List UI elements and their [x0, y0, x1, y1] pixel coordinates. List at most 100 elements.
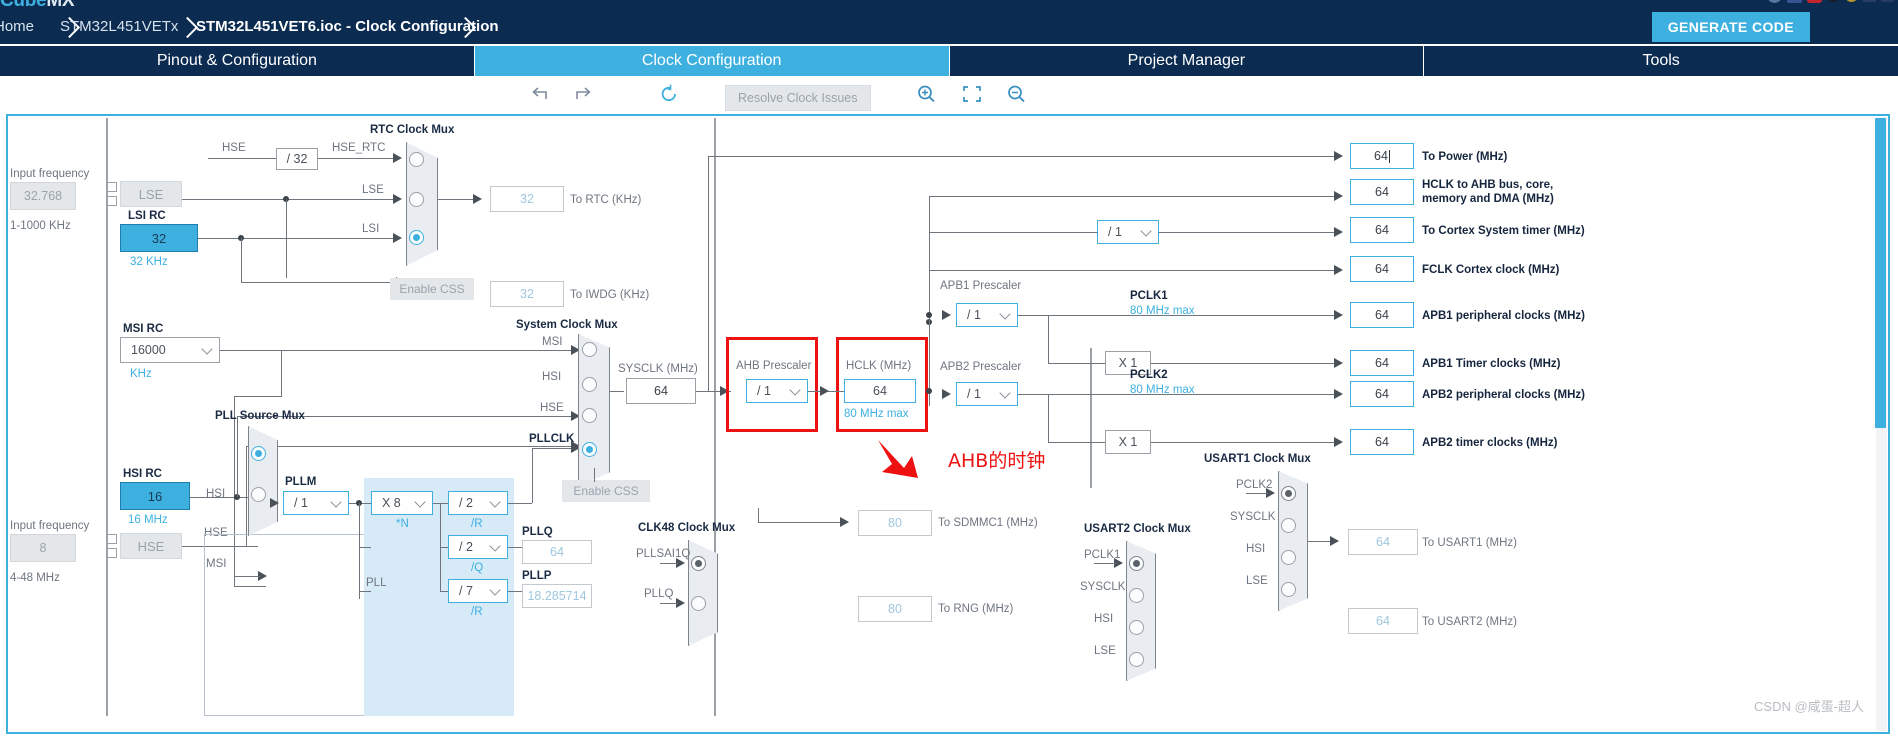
fit-to-screen-icon[interactable] [960, 83, 986, 107]
lse-input-frequency-field[interactable]: 32.768 [10, 182, 76, 210]
apb2-prescaler-select[interactable]: / 1 [956, 382, 1018, 406]
resolve-clock-issues-button[interactable]: Resolve Clock Issues [725, 85, 871, 111]
vertical-scrollbar-thumb[interactable] [1875, 118, 1886, 428]
person-icon[interactable] [1863, 0, 1876, 2]
youtube-icon[interactable] [1807, 0, 1822, 3]
arrow-rtcmux-in0 [393, 153, 402, 163]
plln-select[interactable]: X 8 [371, 491, 433, 515]
clock-tree-canvas[interactable]: Input frequency 32.768 1-1000 KHz LSE LS… [6, 114, 1890, 734]
zoom-in-icon[interactable] [915, 83, 941, 107]
clk48-mux-input-pllsai1q[interactable] [691, 556, 706, 571]
usart2-mux-hsi-label: HSI [1094, 613, 1114, 625]
output-box-0[interactable]: 64 [1350, 143, 1414, 169]
wire-lse-to-rtcmux [182, 199, 400, 200]
facebook-icon[interactable] [1787, 0, 1802, 3]
sysmux-input-msi[interactable] [582, 342, 597, 357]
usart2-mux-input-lse[interactable] [1129, 652, 1144, 667]
rtc-mux-input-hse-rtc[interactable] [409, 152, 424, 167]
output-box-4[interactable]: 64 [1350, 302, 1414, 328]
hse-input-frequency-label: Input frequency [10, 520, 90, 532]
lse-pin-2[interactable] [107, 196, 117, 206]
generate-code-button[interactable]: GENERATE CODE [1651, 12, 1810, 42]
msi-frequency-value: 16000 [131, 343, 166, 357]
wire-pclk2-to-x1 [1048, 442, 1105, 443]
vertical-scrollbar-track[interactable] [1875, 117, 1887, 731]
pll-source-mux[interactable] [248, 426, 278, 536]
lse-pin-1[interactable] [107, 182, 117, 192]
hclk-value-field[interactable]: 64 [844, 379, 916, 403]
wire-msi-to-sysmux [220, 350, 582, 351]
pll-mux-input-hsi[interactable] [251, 487, 266, 502]
pclk2-max-label: 80 MHz max [1130, 384, 1195, 396]
tab-clock-configuration[interactable]: Clock Configuration [474, 46, 950, 76]
hse-input-frequency-field[interactable]: 8 [10, 534, 76, 562]
to-usart1-value: 64 [1348, 529, 1418, 555]
pllp-select[interactable]: / 7 [448, 579, 508, 603]
lsi-value-box[interactable]: 32 [120, 224, 198, 252]
clk48-mux-input-pllq[interactable] [691, 596, 706, 611]
chevron-down-icon-pllq [489, 540, 501, 552]
hse-pin-1[interactable] [107, 534, 117, 544]
ahb-prescaler-select[interactable]: / 1 [746, 379, 808, 403]
refresh-icon[interactable] [658, 83, 684, 107]
globe-icon[interactable] [1767, 0, 1782, 3]
apb1-prescaler-value: / 1 [967, 308, 981, 322]
output-box-6[interactable]: 64 [1350, 381, 1414, 407]
more-icon[interactable] [1881, 0, 1894, 2]
apb1-prescaler-select[interactable]: / 1 [956, 303, 1018, 327]
enable-css-sys-button[interactable]: Enable CSS [562, 480, 650, 502]
ahb-prescaler-value: / 1 [757, 384, 771, 398]
sysmux-input-hse[interactable] [582, 408, 597, 423]
pll-label: PLL [366, 577, 387, 589]
usart1-mux-input-sysclk[interactable] [1281, 518, 1296, 533]
hse-pin-2[interactable] [107, 548, 117, 558]
clk48-clock-mux[interactable] [688, 540, 718, 646]
sysmux-input-pllclk[interactable] [582, 442, 597, 457]
usart1-mux-input-pclk2[interactable] [1281, 486, 1296, 501]
usart1-mux-input-lse[interactable] [1281, 582, 1296, 597]
rtc-mux-input-lse[interactable] [409, 192, 424, 207]
watermark: CSDN @咸蛋-超人 [1754, 699, 1864, 714]
output-box-1[interactable]: 64 [1350, 179, 1414, 205]
sysmux-input-hsi[interactable] [582, 377, 597, 392]
tab-tools[interactable]: Tools [1424, 46, 1898, 76]
rtc-mux-input-lsi[interactable] [409, 230, 424, 245]
msi-frequency-select[interactable]: 16000 [120, 337, 220, 363]
usart2-mux-input-pclk1[interactable] [1129, 556, 1144, 571]
usart2-mux-input-sysclk[interactable] [1129, 588, 1144, 603]
lse-source-box[interactable]: LSE [120, 181, 182, 207]
wire-lsi-to-iwdg [241, 282, 403, 283]
tab-pinout-configuration[interactable]: Pinout & Configuration [0, 46, 475, 76]
enable-css-lse-button[interactable]: Enable CSS [390, 278, 474, 300]
breadcrumb-home[interactable]: Home [0, 10, 34, 44]
undo-icon[interactable] [528, 83, 554, 107]
lse-range-label: 1-1000 KHz [10, 220, 71, 232]
arrow-rtcmux-in2 [393, 233, 402, 243]
breadcrumb-mcu[interactable]: STM32L451VETx [60, 10, 178, 44]
sysmux-hsi-label: HSI [542, 371, 562, 383]
moon-icon[interactable] [1827, 0, 1840, 2]
tab-project-manager[interactable]: Project Manager [949, 46, 1425, 76]
wire-usart2-in0 [1094, 563, 1116, 564]
pllr-select[interactable]: / 2 [448, 491, 508, 515]
usart2-mux-input-hsi[interactable] [1129, 620, 1144, 635]
hsi-value-box[interactable]: 16 [120, 482, 190, 510]
wire-usart1-in0 [1246, 493, 1268, 494]
hse-source-box[interactable]: HSE [120, 533, 182, 559]
usart1-mux-input-hsi[interactable] [1281, 550, 1296, 565]
pllq-select[interactable]: / 2 [448, 535, 508, 559]
hse-rtc-divider[interactable]: / 32 [276, 148, 318, 170]
pll-mux-input-msi[interactable] [251, 446, 266, 461]
redo-icon[interactable] [572, 83, 598, 107]
output-box-2[interactable]: 64 [1350, 217, 1414, 243]
zoom-out-icon[interactable] [1005, 83, 1031, 107]
msi-unit-label: KHz [130, 368, 152, 380]
ahb-prescaler-title: AHB Prescaler [736, 360, 812, 372]
output-box-5[interactable]: 64 [1350, 350, 1414, 376]
output-box-7[interactable]: 64 [1350, 429, 1414, 455]
output-box-3[interactable]: 64 [1350, 256, 1414, 282]
pllm-select[interactable]: / 1 [283, 491, 349, 515]
cortex-prescaler-select[interactable]: / 1 [1097, 220, 1159, 244]
coin-icon[interactable] [1845, 0, 1858, 2]
sysclk-value[interactable]: 64 [626, 378, 696, 404]
